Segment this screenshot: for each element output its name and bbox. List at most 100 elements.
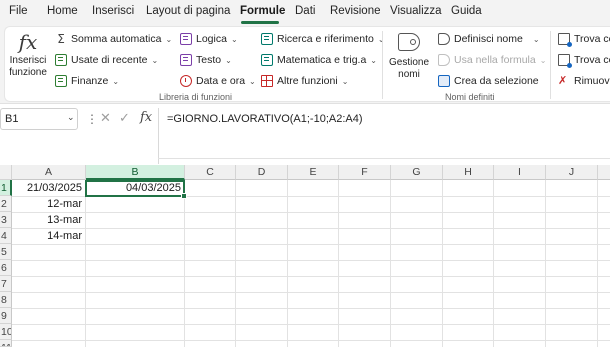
row-header-4[interactable]: 4 [0, 228, 12, 244]
lookup-reference-button[interactable]: Ricerca e riferimento ⌄ [261, 30, 385, 48]
chevron-down-icon: ⌄ [225, 55, 232, 65]
chevron-down-icon: ⌄ [230, 34, 238, 44]
formula-input[interactable]: =GIORNO.LAVORATIVO(A1;-10;A2:A4) [167, 113, 363, 125]
row-header-8[interactable]: 8 [0, 292, 12, 308]
cell-a1[interactable]: 21/03/2025 [12, 180, 85, 196]
column-header-g[interactable]: G [391, 165, 443, 180]
active-cell-border [85, 180, 185, 197]
more-options-icon[interactable]: ⋮ [86, 112, 98, 126]
gridline [235, 180, 236, 347]
gridline [12, 308, 610, 309]
column-header-a[interactable]: A [12, 165, 86, 180]
name-manager-icon [398, 33, 420, 51]
gridline [12, 212, 610, 213]
gridline [545, 180, 546, 347]
row-header-2[interactable]: 2 [0, 196, 12, 212]
clock-icon [180, 75, 192, 87]
logical-label: Logica [196, 33, 227, 45]
row-header-3[interactable]: 3 [0, 212, 12, 228]
cancel-icon[interactable]: ✕ [100, 111, 111, 126]
tab-dati[interactable]: Dati [295, 5, 315, 17]
row-header-10[interactable]: 10 [0, 324, 12, 340]
gridline [442, 180, 443, 347]
group-separator [550, 31, 551, 99]
row-header-5[interactable]: 5 [0, 244, 12, 260]
tab-revisione[interactable]: Revisione [330, 5, 381, 17]
fill-handle[interactable] [181, 193, 187, 199]
column-header-b[interactable]: B [86, 165, 185, 180]
tab-guida[interactable]: Guida [451, 5, 482, 17]
row-header-6[interactable]: 6 [0, 260, 12, 276]
use-in-formula-button[interactable]: Usa nella formula ⌄ [438, 51, 546, 69]
gridline [338, 180, 339, 347]
trace-dependents-button[interactable]: Trova ce [558, 51, 610, 69]
row-header-1[interactable]: 1 [0, 180, 12, 196]
insert-function-label-2: funzione [9, 67, 47, 78]
ribbon: fx Inserisci funzione Σ Somma automatica… [0, 24, 610, 104]
financial-label: Finanze [71, 75, 109, 87]
trace-dependents-icon [558, 54, 572, 68]
cell-a3[interactable]: 13-mar [12, 212, 85, 228]
lookup-icon [261, 33, 273, 45]
chevron-down-icon: ⌄ [249, 76, 256, 86]
trace-precedents-icon [558, 33, 572, 47]
define-name-button[interactable]: Definisci nome ⌄ [438, 30, 540, 48]
logical-button[interactable]: Logica ⌄ [180, 30, 238, 48]
row-header-9[interactable]: 9 [0, 308, 12, 324]
cell-a2[interactable]: 12-mar [12, 196, 85, 212]
trace-precedents-button[interactable]: Trova ce [558, 30, 610, 48]
remove-arrows-label: Rimuovi [574, 75, 610, 87]
chevron-down-icon: ⌄ [165, 34, 173, 44]
cell-a4[interactable]: 14-mar [12, 228, 85, 244]
gridline [12, 276, 610, 277]
insert-function-button[interactable]: fx Inserisci funzione [8, 29, 48, 79]
math-trig-button[interactable]: Matematica e trig.a ⌄ [261, 51, 377, 69]
column-header-c[interactable]: C [185, 165, 236, 180]
define-name-label: Definisci nome [454, 33, 523, 45]
tab-layout-di-pagina[interactable]: Layout di pagina [146, 5, 230, 17]
gridline [12, 244, 610, 245]
tab-formule[interactable]: Formule [240, 5, 285, 17]
financial-icon [55, 75, 67, 87]
column-header-i[interactable]: I [494, 165, 546, 180]
column-header-e[interactable]: E [288, 165, 339, 180]
gridline [12, 292, 610, 293]
remove-arrows-button[interactable]: ✗ Rimuovi [558, 72, 610, 90]
insert-function-label-1: Inserisci [9, 55, 47, 66]
insert-function-fx-icon[interactable]: fx [140, 110, 152, 125]
autosum-label: Somma automatica [71, 33, 162, 45]
select-all-corner[interactable] [0, 165, 12, 180]
recently-used-button[interactable]: Usate di recente ⌄ [55, 51, 158, 69]
defined-names-group-label: Nomi definiti [445, 92, 495, 102]
more-functions-icon [261, 75, 273, 87]
financial-button[interactable]: Finanze ⌄ [55, 72, 119, 90]
enter-check-icon[interactable]: ✓ [119, 111, 130, 126]
gridline [85, 180, 86, 347]
column-header-f[interactable]: F [339, 165, 391, 180]
spreadsheet-grid[interactable]: A B C D E F G H I J 1 2 3 4 5 6 7 8 9 10… [0, 165, 610, 347]
chevron-down-icon: ⌄ [532, 34, 540, 44]
chevron-down-icon[interactable]: ⌄ [67, 112, 75, 123]
create-from-selection-button[interactable]: Crea da selezione [438, 72, 539, 90]
column-header-d[interactable]: D [236, 165, 288, 180]
name-manager-button[interactable]: Gestione nomi [388, 29, 430, 81]
text-button[interactable]: Testo ⌄ [180, 51, 232, 69]
name-box-value: B1 [5, 113, 19, 125]
tab-file[interactable]: File [9, 5, 28, 17]
column-header-h[interactable]: H [443, 165, 494, 180]
date-time-label: Data e ora [196, 75, 246, 87]
row-header-7[interactable]: 7 [0, 276, 12, 292]
tab-visualizza[interactable]: Visualizza [390, 5, 442, 17]
autosum-button[interactable]: Σ Somma automatica ⌄ [55, 30, 172, 48]
tab-inserisci[interactable]: Inserisci [92, 5, 134, 17]
use-in-formula-label: Usa nella formula [454, 54, 536, 66]
more-functions-button[interactable]: Altre funzioni ⌄ [261, 72, 348, 90]
tab-home[interactable]: Home [47, 5, 78, 17]
row-header-11[interactable]: 11 [0, 340, 12, 347]
tag-icon [438, 33, 450, 45]
date-time-button[interactable]: Data e ora ⌄ [180, 72, 256, 90]
column-header-j[interactable]: J [546, 165, 598, 180]
group-separator [382, 31, 383, 99]
gridline [184, 180, 185, 347]
ribbon-panel: fx Inserisci funzione Σ Somma automatica… [4, 26, 610, 102]
